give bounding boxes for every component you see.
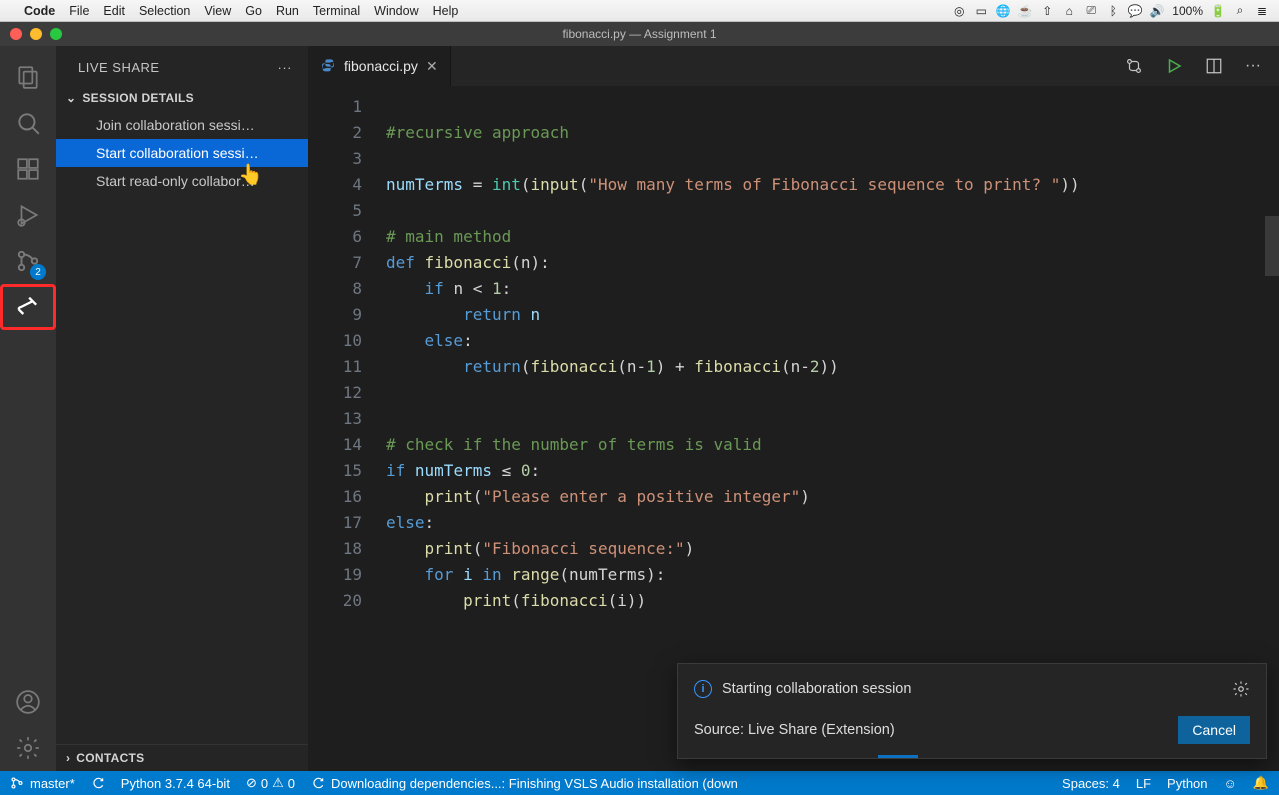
info-icon: i [694, 680, 712, 698]
progress-indicator [878, 755, 918, 758]
compare-changes-icon[interactable] [1125, 57, 1143, 75]
chevron-down-icon: ⌄ [66, 91, 76, 105]
status-icon[interactable]: ☕ [1018, 4, 1032, 18]
chevron-right-icon: › [66, 751, 70, 765]
notifications-bell-icon[interactable]: 🔔 [1253, 775, 1269, 791]
battery-icon[interactable]: 🔋 [1211, 4, 1225, 18]
python-file-icon [320, 58, 336, 74]
toast-source: Source: Live Share (Extension) [694, 722, 895, 738]
macos-menubar: Code File Edit Selection View Go Run Ter… [0, 0, 1279, 22]
menu-edit[interactable]: Edit [103, 4, 125, 18]
window-titlebar: fibonacci.py — Assignment 1 [0, 22, 1279, 46]
run-file-icon[interactable] [1165, 57, 1183, 75]
tab-fibonacci[interactable]: fibonacci.py ✕ [308, 46, 451, 86]
git-branch[interactable]: master* [10, 776, 75, 791]
source-control-icon[interactable]: 2 [0, 238, 56, 284]
status-icon[interactable]: 💬 [1128, 4, 1142, 18]
menu-file[interactable]: File [69, 4, 89, 18]
close-window-icon[interactable] [10, 28, 22, 40]
traffic-lights[interactable] [0, 28, 62, 40]
session-details-header[interactable]: ⌄ SESSION DETAILS [56, 85, 308, 111]
live-share-icon[interactable] [0, 284, 56, 330]
menu-help[interactable]: Help [433, 4, 459, 18]
contacts-header[interactable]: › CONTACTS [56, 744, 308, 771]
editor-more-icon[interactable]: ··· [1245, 57, 1261, 75]
battery-percent: 100% [1172, 4, 1203, 18]
zoom-window-icon[interactable] [50, 28, 62, 40]
menu-selection[interactable]: Selection [139, 4, 190, 18]
run-debug-icon[interactable] [0, 192, 56, 238]
window-title: fibonacci.py — Assignment 1 [562, 27, 716, 41]
notification-toast: i Starting collaboration session Source:… [677, 663, 1267, 759]
sidebar-title: LIVE SHARE [78, 60, 160, 75]
accounts-icon[interactable] [0, 679, 56, 725]
cancel-button[interactable]: Cancel [1178, 716, 1250, 744]
toast-title: Starting collaboration session [722, 681, 911, 697]
menu-run[interactable]: Run [276, 4, 299, 18]
indent-status[interactable]: Spaces: 4 [1062, 776, 1120, 791]
status-icon[interactable]: 🌐 [996, 4, 1010, 18]
tab-filename: fibonacci.py [344, 58, 418, 74]
menu-go[interactable]: Go [245, 4, 262, 18]
start-session-item[interactable]: Start collaboration sessi… [56, 139, 308, 167]
contacts-label: CONTACTS [76, 751, 144, 765]
background-task[interactable]: Downloading dependencies...: Finishing V… [311, 776, 738, 791]
status-icon[interactable]: ◎ [952, 4, 966, 18]
spotlight-icon[interactable]: ⌕ [1233, 4, 1247, 18]
control-center-icon[interactable]: ≣ [1255, 4, 1269, 18]
line-gutter: 1234567891011121314151617181920 [308, 86, 378, 771]
bluetooth-icon[interactable]: ᛒ [1106, 4, 1120, 18]
sync-icon[interactable] [91, 776, 105, 790]
activity-bar: 2 [0, 46, 56, 771]
settings-gear-icon[interactable] [0, 725, 56, 771]
menu-terminal[interactable]: Terminal [313, 4, 360, 18]
minimap[interactable] [1265, 86, 1279, 771]
status-icon[interactable]: ▭ [974, 4, 988, 18]
toast-settings-icon[interactable] [1232, 680, 1250, 698]
editor-area: fibonacci.py ✕ ··· 123456789101112131415… [308, 46, 1279, 771]
start-readonly-session-item[interactable]: Start read-only collabor… [56, 167, 308, 195]
menu-window[interactable]: Window [374, 4, 418, 18]
language-mode[interactable]: Python [1167, 776, 1207, 791]
status-bar: master* Python 3.7.4 64-bit ⊘0 ⚠0 Downlo… [0, 771, 1279, 795]
sidebar-more-icon[interactable]: ··· [278, 60, 293, 75]
menu-view[interactable]: View [204, 4, 231, 18]
eol-status[interactable]: LF [1136, 776, 1151, 791]
editor-tabbar: fibonacci.py ✕ ··· [308, 46, 1279, 86]
split-editor-icon[interactable] [1205, 57, 1223, 75]
problems[interactable]: ⊘0 ⚠0 [246, 775, 295, 791]
scm-badge: 2 [30, 264, 46, 280]
extensions-icon[interactable] [0, 146, 56, 192]
python-interpreter[interactable]: Python 3.7.4 64-bit [121, 776, 230, 791]
session-details-label: SESSION DETAILS [82, 91, 194, 105]
status-icon[interactable]: ⇧ [1040, 4, 1054, 18]
volume-icon[interactable]: 🔊 [1150, 4, 1164, 18]
join-session-item[interactable]: Join collaboration sessi… [56, 111, 308, 139]
app-name-menu[interactable]: Code [24, 4, 55, 18]
status-icon[interactable]: ⎚ [1084, 4, 1098, 18]
status-icon[interactable]: ⌂ [1062, 4, 1076, 18]
feedback-icon[interactable]: ☺ [1224, 776, 1237, 791]
minimize-window-icon[interactable] [30, 28, 42, 40]
search-icon[interactable] [0, 100, 56, 146]
close-tab-icon[interactable]: ✕ [426, 58, 438, 75]
live-share-sidebar: LIVE SHARE ··· ⌄ SESSION DETAILS Join co… [56, 46, 308, 771]
explorer-icon[interactable] [0, 54, 56, 100]
